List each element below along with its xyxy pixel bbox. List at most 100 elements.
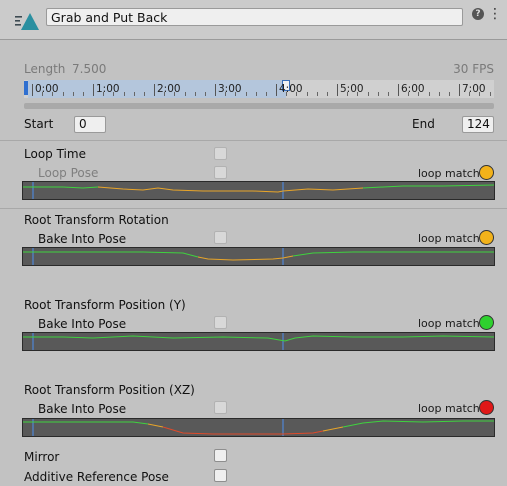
timeline-minor-tick: [357, 92, 359, 96]
timeline-minor-tick: [255, 92, 257, 96]
timeline-minor-tick: [52, 92, 54, 96]
timeline-minor-tick: [123, 92, 125, 96]
length-label: Length: [24, 62, 66, 76]
timeline-major-tick: [32, 84, 33, 96]
additive-reference-pose-checkbox[interactable]: [214, 469, 227, 482]
loop-time-checkbox[interactable]: [214, 147, 227, 160]
kebab-menu-icon[interactable]: ⋮: [488, 7, 502, 22]
timeline-label: 5:00: [340, 83, 364, 95]
position-xz-bake-label: Bake Into Pose: [38, 402, 127, 416]
timeline-minor-tick: [296, 92, 298, 96]
timeline-minor-tick: [245, 92, 247, 96]
timeline-minor-tick: [367, 92, 369, 96]
rotation-bake-label: Bake Into Pose: [38, 232, 127, 246]
timeline-minor-tick: [174, 92, 176, 96]
timeline-minor-tick: [489, 92, 491, 96]
divider: [0, 208, 507, 209]
additive-reference-pose-label: Additive Reference Pose: [24, 470, 169, 484]
timeline-minor-tick: [387, 92, 389, 96]
timeline-minor-tick: [62, 92, 64, 96]
position-xz-curve-graph: [22, 418, 495, 437]
timeline-label: 1:00: [96, 83, 120, 95]
loop-match-lamp: [479, 400, 494, 415]
loop-match-lamp: [479, 165, 494, 180]
animation-clip-icon: [14, 10, 40, 32]
root-position-xz-label: Root Transform Position (XZ): [24, 383, 195, 397]
timeline-major-tick: [276, 84, 277, 96]
timeline-major-tick: [93, 84, 94, 96]
timeline-scrollbar[interactable]: [24, 103, 494, 109]
loop-match-label: loop match: [418, 402, 480, 415]
end-field[interactable]: 124: [462, 116, 494, 133]
timeline-minor-tick: [103, 92, 105, 96]
root-position-y-label: Root Transform Position (Y): [24, 298, 186, 312]
timeline-minor-tick: [286, 92, 288, 96]
clip-timeline[interactable]: 0:00 1:00 2:00 3:00 4:00 5:00 6:00 7:00: [24, 80, 494, 98]
loop-time-curve-graph: [22, 181, 495, 200]
timeline-minor-tick: [143, 92, 145, 96]
timeline-minor-tick: [316, 92, 318, 96]
timeline-minor-tick: [194, 92, 196, 96]
timeline-minor-tick: [347, 92, 349, 96]
rotation-bake-checkbox[interactable]: [214, 231, 227, 244]
timeline-label: 4:00: [279, 83, 303, 95]
rotation-curve-graph: [22, 247, 495, 266]
mirror-checkbox[interactable]: [214, 449, 227, 462]
clip-name-field[interactable]: Grab and Put Back: [46, 8, 463, 26]
timeline-minor-tick: [469, 92, 471, 96]
timeline-minor-tick: [377, 92, 379, 96]
inspector-header: Grab and Put Back ? ⋮: [0, 0, 507, 40]
timeline-minor-tick: [418, 92, 420, 96]
divider: [0, 140, 507, 141]
timeline-minor-tick: [204, 92, 206, 96]
timeline-minor-tick: [164, 92, 166, 96]
timeline-minor-tick: [72, 92, 74, 96]
timeline-minor-tick: [184, 92, 186, 96]
loop-pose-label: Loop Pose: [38, 166, 99, 180]
timeline-minor-tick: [265, 92, 267, 96]
help-icon[interactable]: ?: [472, 8, 484, 20]
loop-match-label: loop match: [418, 317, 480, 330]
start-field[interactable]: 0: [74, 116, 106, 133]
timeline-label: 3:00: [218, 83, 242, 95]
timeline-minor-tick: [326, 92, 328, 96]
loop-match-lamp: [479, 230, 494, 245]
timeline-minor-tick: [133, 92, 135, 96]
end-label: End: [412, 117, 435, 131]
timeline-label: 7:00: [462, 83, 486, 95]
loop-match-label: loop match: [418, 167, 480, 180]
length-value: 7.500: [72, 62, 107, 76]
timeline-minor-tick: [225, 92, 227, 96]
position-y-bake-checkbox[interactable]: [214, 316, 227, 329]
timeline-major-tick: [154, 84, 155, 96]
timeline-start-handle[interactable]: [24, 81, 28, 95]
timeline-minor-tick: [408, 92, 410, 96]
loop-match-label: loop match: [418, 232, 480, 245]
position-y-curve-graph: [22, 332, 495, 351]
position-y-bake-label: Bake Into Pose: [38, 317, 127, 331]
timeline-major-tick: [337, 84, 338, 96]
timeline-major-tick: [459, 84, 460, 96]
position-xz-bake-checkbox[interactable]: [214, 401, 227, 414]
fps-label: 30 FPS: [453, 62, 494, 76]
timeline-major-tick: [215, 84, 216, 96]
start-label: Start: [24, 117, 54, 131]
timeline-minor-tick: [428, 92, 430, 96]
timeline-minor-tick: [438, 92, 440, 96]
timeline-minor-tick: [448, 92, 450, 96]
timeline-minor-tick: [82, 92, 84, 96]
timeline-minor-tick: [479, 92, 481, 96]
timeline-label: 0:00: [35, 83, 59, 95]
timeline-minor-tick: [42, 92, 44, 96]
loop-pose-checkbox[interactable]: [214, 166, 227, 179]
timeline-label: 6:00: [401, 83, 425, 95]
timeline-minor-tick: [306, 92, 308, 96]
timeline-minor-tick: [235, 92, 237, 96]
loop-match-lamp: [479, 315, 494, 330]
timeline-major-tick: [398, 84, 399, 96]
loop-time-label: Loop Time: [24, 147, 86, 161]
mirror-label: Mirror: [24, 450, 60, 464]
timeline-label: 2:00: [157, 83, 181, 95]
timeline-minor-tick: [113, 92, 115, 96]
root-rotation-label: Root Transform Rotation: [24, 213, 169, 227]
